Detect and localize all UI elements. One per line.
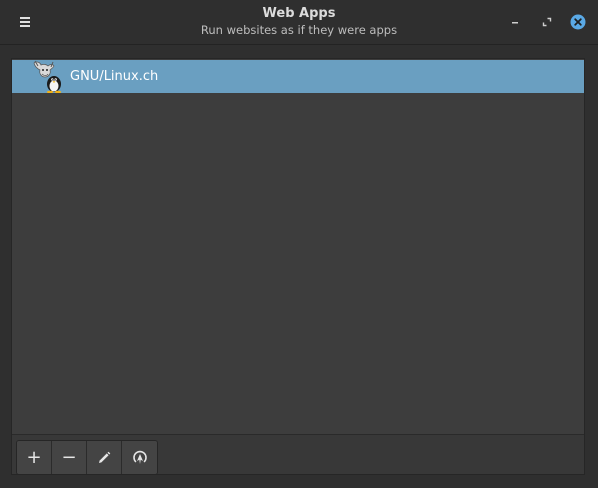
add-icon: +	[26, 446, 42, 468]
window-titles: Web Apps Run websites as if they were ap…	[150, 6, 448, 38]
close-icon	[570, 14, 586, 30]
list-toolbar: + −	[12, 434, 584, 475]
window-subtitle: Run websites as if they were apps	[200, 23, 398, 37]
webapp-panel: GNU/Linux.ch + −	[11, 58, 585, 475]
remove-webapp-button[interactable]: −	[52, 441, 87, 474]
pencil-icon	[99, 451, 111, 463]
gnu-tux-icon	[33, 60, 62, 93]
maximize-button[interactable]	[537, 12, 557, 32]
add-webapp-button[interactable]: +	[17, 441, 52, 474]
edit-webapp-button[interactable]	[87, 441, 122, 474]
toolbar-button-group: + −	[16, 440, 158, 475]
launch-icon	[132, 450, 147, 464]
main-menu-button[interactable]	[14, 12, 36, 32]
remove-icon: −	[61, 446, 77, 468]
webapp-row-gnu-linux-ch[interactable]: GNU/Linux.ch	[12, 60, 584, 93]
maximize-icon	[542, 17, 552, 27]
hamburger-menu-icon	[20, 17, 30, 27]
close-button[interactable]	[568, 12, 588, 32]
header-bar: Web Apps Run websites as if they were ap…	[0, 0, 598, 45]
minimize-icon	[512, 22, 518, 24]
webapp-list: GNU/Linux.ch	[12, 59, 584, 434]
minimize-button[interactable]	[505, 12, 525, 32]
webapp-label: GNU/Linux.ch	[70, 69, 159, 84]
run-webapp-button[interactable]	[122, 441, 157, 474]
window-title: Web Apps	[262, 6, 336, 21]
